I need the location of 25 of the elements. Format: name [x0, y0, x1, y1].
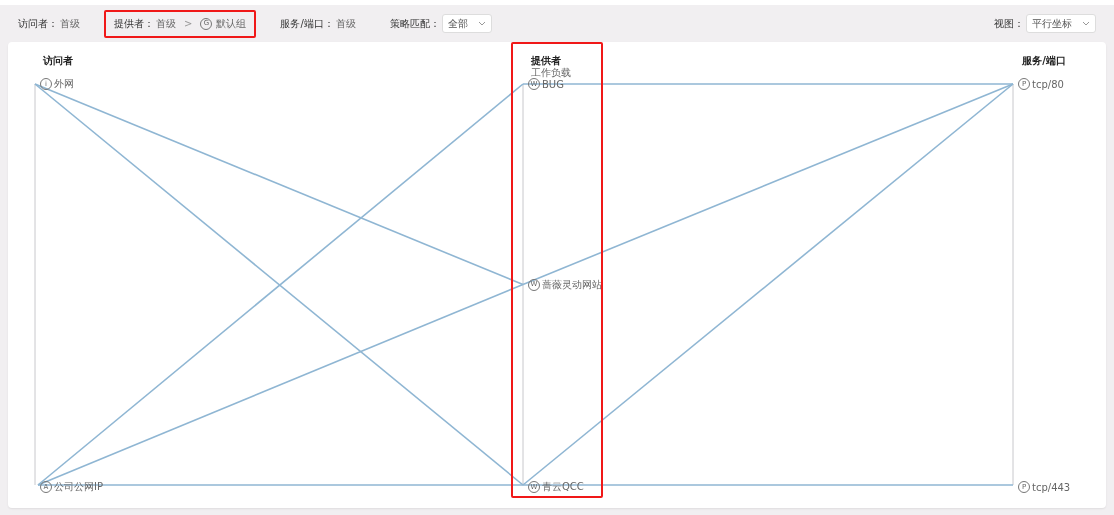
- breadcrumb-link[interactable]: 首级: [156, 16, 176, 31]
- filter-label: 访问者：: [18, 16, 58, 31]
- node-label[interactable]: 蔷薇灵动网站: [542, 277, 602, 292]
- axis-title: 提供者: [531, 54, 561, 68]
- filter-label: 提供者：: [114, 16, 154, 31]
- match-select[interactable]: 全部: [441, 14, 492, 33]
- filter-value: 首级: [335, 16, 356, 31]
- axis-title: 服务/端口: [1022, 54, 1066, 68]
- caret-icon: [477, 21, 486, 26]
- node-label[interactable]: tcp/80: [1032, 78, 1064, 90]
- node-label[interactable]: 公司公网IP: [54, 480, 103, 494]
- node-label[interactable]: BUG: [542, 78, 564, 90]
- filter-value: 首级: [60, 16, 80, 31]
- view-label: 视图：: [994, 16, 1024, 31]
- filter-label: 服务/端口：: [280, 16, 334, 31]
- filter-label: 策略匹配：: [389, 16, 440, 31]
- axis-title: 访问者: [43, 54, 73, 68]
- caret-icon: [1082, 21, 1090, 26]
- axis-subtitle: 工作负载: [531, 66, 571, 80]
- view-select[interactable]: 平行坐标: [1026, 14, 1096, 33]
- breadcrumb-current: 默认组: [216, 16, 247, 31]
- breadcrumb-separator: >: [184, 18, 193, 29]
- node-label[interactable]: 外网: [54, 77, 74, 91]
- node-label[interactable]: tcp/443: [1032, 481, 1071, 493]
- node-label[interactable]: 青云QCC: [542, 480, 584, 494]
